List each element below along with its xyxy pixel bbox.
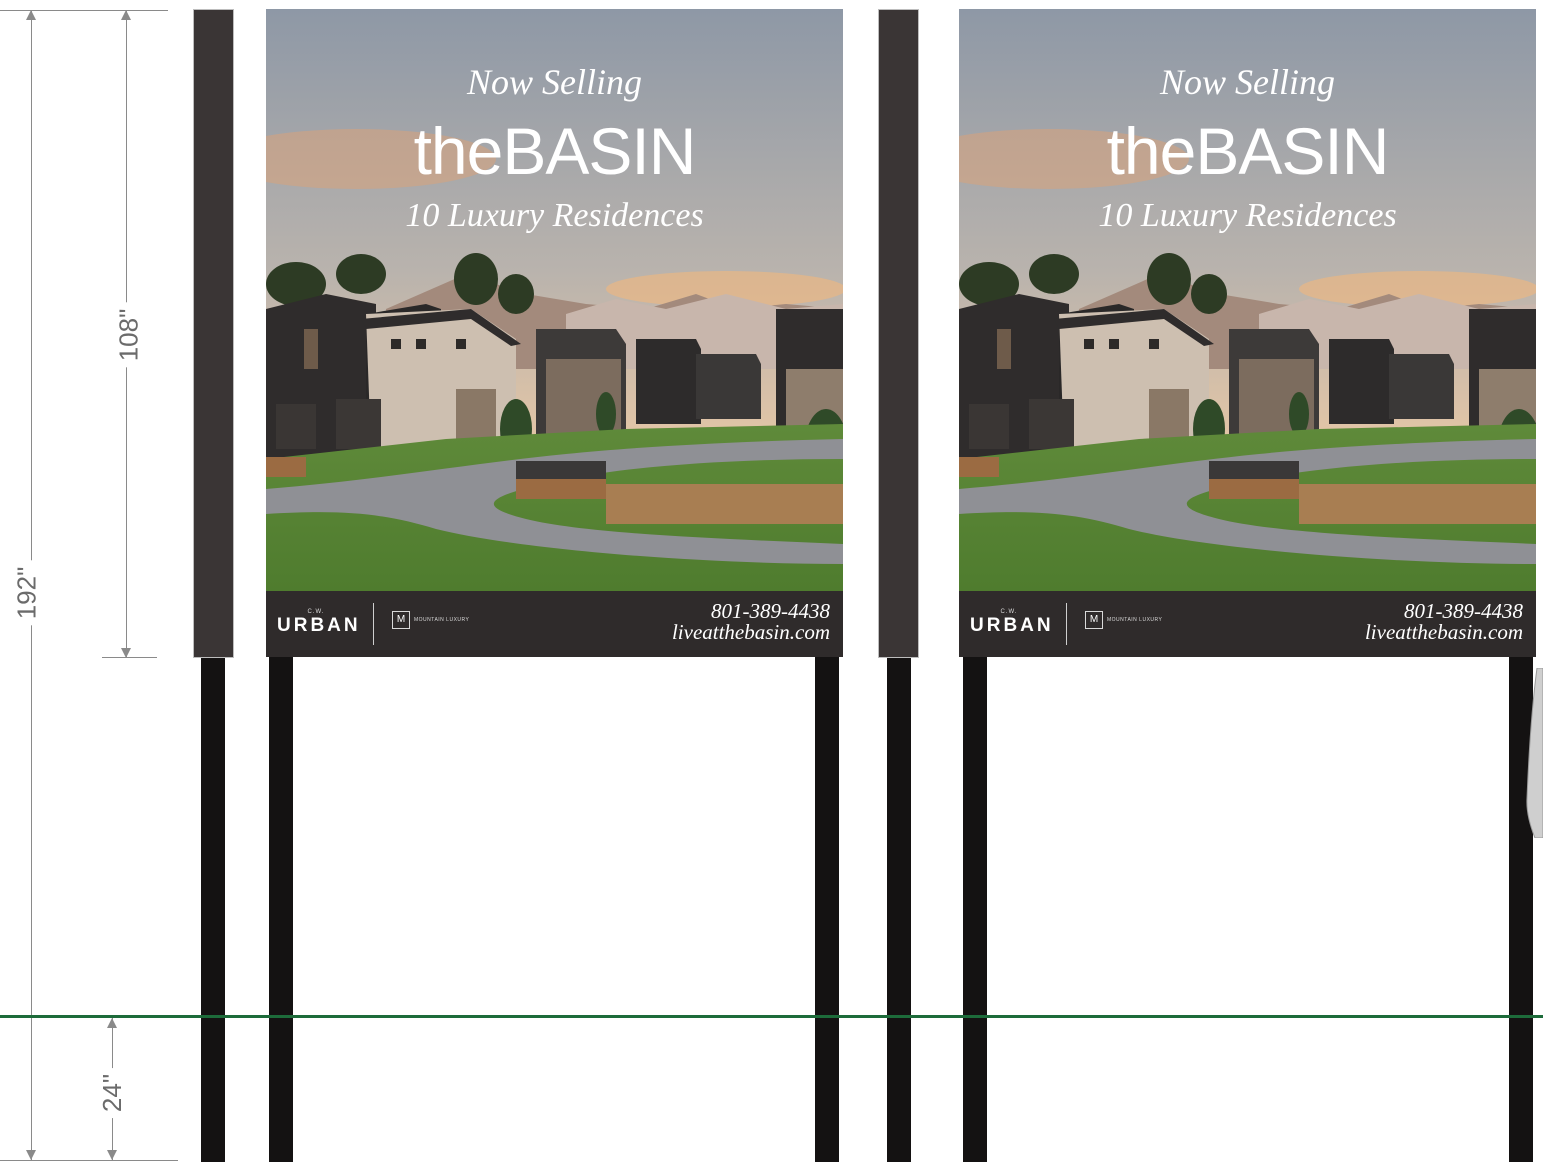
phone-number: 801-389-4438 bbox=[711, 599, 830, 623]
brand-title: theBASIN bbox=[1106, 114, 1390, 188]
arrow-up-icon bbox=[26, 10, 36, 20]
mountain-luxury-logo: M MOUNTAIN LUXURY bbox=[1085, 611, 1162, 629]
sign-footer: C.W. URBAN M MOUNTAIN LUXURY 801-389-443… bbox=[959, 591, 1536, 657]
logo-urban-text: URBAN bbox=[277, 615, 361, 636]
rendering-image: Now Selling theBASIN 10 Luxury Residence… bbox=[959, 9, 1536, 591]
headline-now-selling: Now Selling bbox=[1159, 62, 1335, 102]
mountain-logo-icon: M bbox=[392, 611, 410, 629]
extension-line-sign-bottom bbox=[102, 657, 157, 658]
post-side-right bbox=[887, 657, 911, 1162]
rendering-image: Now Selling theBASIN 10 Luxury Residence… bbox=[266, 9, 843, 591]
footer-divider bbox=[1066, 603, 1067, 645]
post-front-1-left bbox=[269, 657, 293, 1162]
mountain-luxury-text: MOUNTAIN LUXURY bbox=[1107, 617, 1163, 623]
sign-footer: C.W. URBAN M MOUNTAIN LUXURY 801-389-443… bbox=[266, 591, 843, 657]
arrow-up-icon bbox=[107, 1018, 117, 1028]
mountain-logo-icon: M bbox=[1085, 611, 1103, 629]
footer-divider bbox=[373, 603, 374, 645]
post-side-left bbox=[201, 657, 225, 1162]
dimension-label-108: 108" bbox=[113, 302, 143, 368]
arrow-down-icon bbox=[26, 1150, 36, 1160]
contact-info: 801-389-4438 liveatthebasin.com bbox=[1365, 601, 1523, 643]
extension-line-top bbox=[0, 10, 168, 11]
sign-panel-1: Now Selling theBASIN 10 Luxury Residence… bbox=[266, 9, 843, 657]
website-url: liveatthebasin.com bbox=[671, 620, 830, 644]
headline-now-selling: Now Selling bbox=[466, 62, 642, 102]
mountain-luxury-text: MOUNTAIN LUXURY bbox=[414, 617, 470, 623]
subtitle-residences: 10 Luxury Residences bbox=[1098, 197, 1397, 234]
post-front-2-left bbox=[963, 657, 987, 1162]
sign-side-profile-right bbox=[878, 9, 919, 658]
post-front-1-right bbox=[815, 657, 839, 1162]
website-url: liveatthebasin.com bbox=[1364, 620, 1523, 644]
logo-urban-text: URBAN bbox=[970, 615, 1054, 636]
arrow-down-icon bbox=[107, 1150, 117, 1160]
dimension-label-192: 192" bbox=[11, 560, 41, 626]
extension-line-bottom bbox=[0, 1160, 178, 1161]
brand-title: theBASIN bbox=[413, 114, 697, 188]
sign-side-profile-left bbox=[193, 9, 234, 658]
dimension-label-24: 24" bbox=[97, 1067, 127, 1119]
contact-info: 801-389-4438 liveatthebasin.com bbox=[672, 601, 830, 643]
sign-panel-2: Now Selling theBASIN 10 Luxury Residence… bbox=[959, 9, 1536, 657]
person-silhouette-icon bbox=[1526, 668, 1543, 838]
mountain-luxury-logo: M MOUNTAIN LUXURY bbox=[392, 611, 469, 629]
cw-urban-logo: C.W. URBAN bbox=[277, 609, 361, 637]
arrow-up-icon bbox=[121, 10, 131, 20]
ground-line bbox=[0, 1015, 1543, 1018]
cw-urban-logo: C.W. URBAN bbox=[970, 609, 1054, 637]
subtitle-residences: 10 Luxury Residences bbox=[405, 197, 704, 234]
phone-number: 801-389-4438 bbox=[1404, 599, 1523, 623]
